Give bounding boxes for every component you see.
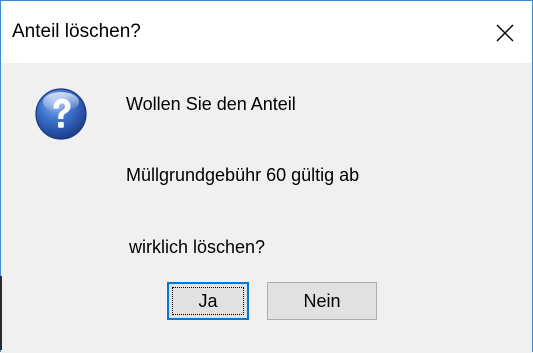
no-button[interactable]: Nein bbox=[267, 282, 377, 320]
question-icon bbox=[35, 88, 87, 140]
message-line-1: Wollen Sie den Anteil bbox=[126, 94, 296, 114]
message-line-2: Müllgrundgebühr 60 gültig ab bbox=[126, 165, 360, 185]
dialog-window: Anteil löschen? Wollen Sie den Anteil Mü… bbox=[0, 0, 533, 353]
close-icon bbox=[496, 24, 514, 42]
no-button-label: Nein bbox=[303, 290, 341, 311]
close-button[interactable] bbox=[482, 13, 528, 53]
window-edge-artifact bbox=[0, 276, 2, 350]
yes-button[interactable]: Ja bbox=[167, 282, 249, 320]
dialog-body: Wollen Sie den Anteil Müllgrundgebühr 60… bbox=[1, 63, 532, 353]
dialog-title: Anteil löschen? bbox=[12, 21, 141, 42]
message-line-3: wirklich löschen? bbox=[129, 237, 266, 257]
title-bar: Anteil löschen? bbox=[1, 1, 532, 63]
yes-button-label: Ja bbox=[198, 290, 218, 311]
